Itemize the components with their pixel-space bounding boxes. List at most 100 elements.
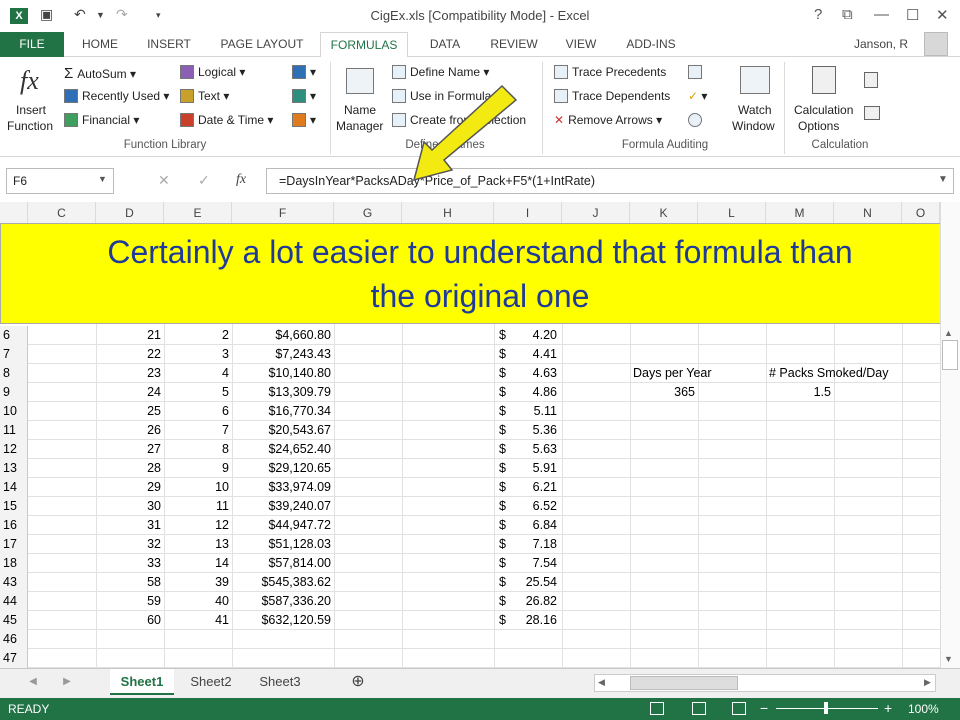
help-button[interactable]: ?: [814, 6, 822, 23]
cell-e[interactable]: 9: [164, 459, 232, 477]
calculate-now-icon[interactable]: [864, 72, 878, 88]
row-header[interactable]: 17: [0, 535, 28, 554]
zoom-in-icon[interactable]: +: [884, 700, 892, 716]
vertical-scrollbar[interactable]: [940, 202, 960, 668]
ribbon-display-button[interactable]: ⧉: [842, 6, 853, 23]
row-header[interactable]: 12: [0, 440, 28, 459]
cancel-icon[interactable]: ✕: [158, 172, 170, 189]
cell-d[interactable]: 32: [96, 535, 164, 553]
calc-options-label-1[interactable]: Calculation: [794, 103, 853, 117]
row-header[interactable]: 6: [0, 326, 28, 345]
cell-f[interactable]: $33,974.09: [232, 478, 334, 496]
cell-d[interactable]: 24: [96, 383, 164, 401]
cell-d[interactable]: 58: [96, 573, 164, 591]
calculator-icon[interactable]: [812, 66, 836, 94]
trace-precedents-button[interactable]: Trace Precedents: [554, 65, 666, 79]
cell-f[interactable]: $7,243.43: [232, 345, 334, 363]
name-box-dropdown-icon[interactable]: ▼: [98, 174, 107, 184]
cell-e[interactable]: 11: [164, 497, 232, 515]
cell-d[interactable]: 28: [96, 459, 164, 477]
tab-file[interactable]: FILE: [0, 32, 64, 57]
select-all-corner[interactable]: [0, 202, 28, 224]
cell-k[interactable]: Days per Year: [630, 364, 766, 382]
column-header-g[interactable]: G: [334, 202, 402, 224]
cell-e[interactable]: 40: [164, 592, 232, 610]
sheet-tab-sheet1[interactable]: Sheet1: [110, 669, 174, 695]
cell-d[interactable]: 59: [96, 592, 164, 610]
close-button[interactable]: ✕: [936, 6, 949, 24]
expand-formula-icon[interactable]: ▼: [938, 174, 948, 185]
column-header-k[interactable]: K: [630, 202, 698, 224]
cell-f[interactable]: $51,128.03: [232, 535, 334, 553]
cell-e[interactable]: 5: [164, 383, 232, 401]
cell-i[interactable]: 5.11: [494, 402, 560, 420]
cell-m[interactable]: # Packs Smoked/Day: [766, 364, 916, 382]
scroll-right-icon[interactable]: ▶: [924, 677, 931, 688]
cell-f[interactable]: $57,814.00: [232, 554, 334, 572]
cell-d[interactable]: 33: [96, 554, 164, 572]
autosum-button[interactable]: Σ AutoSum ▾: [64, 65, 136, 82]
calculate-sheet-icon[interactable]: [864, 106, 880, 120]
cell-i[interactable]: 4.20: [494, 326, 560, 344]
tab-view[interactable]: VIEW: [558, 32, 604, 57]
cell-e[interactable]: 8: [164, 440, 232, 458]
row-header[interactable]: 11: [0, 421, 28, 440]
column-header-d[interactable]: D: [96, 202, 164, 224]
cell-i[interactable]: 5.63: [494, 440, 560, 458]
cell-e[interactable]: 6: [164, 402, 232, 420]
cell-f[interactable]: $545,383.62: [232, 573, 334, 591]
column-header-m[interactable]: M: [766, 202, 834, 224]
sheet-tab-sheet2[interactable]: Sheet2: [178, 669, 244, 695]
cell-d[interactable]: 26: [96, 421, 164, 439]
zoom-out-icon[interactable]: −: [760, 700, 768, 716]
column-header-h[interactable]: H: [402, 202, 494, 224]
cell-i[interactable]: 7.18: [494, 535, 560, 553]
row-header[interactable]: 44: [0, 592, 28, 611]
column-header-c[interactable]: C: [28, 202, 96, 224]
normal-view-icon[interactable]: [650, 702, 664, 715]
name-manager-label-1[interactable]: Name: [344, 103, 376, 117]
minimize-button[interactable]: —: [874, 6, 889, 23]
cell-i[interactable]: 6.84: [494, 516, 560, 534]
column-header-n[interactable]: N: [834, 202, 902, 224]
tab-review[interactable]: REVIEW: [484, 32, 544, 57]
row-header[interactable]: 9: [0, 383, 28, 402]
recently-used-button[interactable]: Recently Used ▾: [64, 89, 169, 103]
cell-m[interactable]: 1.5: [766, 383, 834, 401]
cell-d[interactable]: 30: [96, 497, 164, 515]
lookup-reference-button[interactable]: ▾: [292, 65, 316, 79]
cell-e[interactable]: 14: [164, 554, 232, 572]
name-manager-label-2[interactable]: Manager: [336, 119, 383, 133]
column-header-e[interactable]: E: [164, 202, 232, 224]
date-time-button[interactable]: Date & Time ▾: [180, 113, 273, 127]
row-header[interactable]: 15: [0, 497, 28, 516]
name-manager-icon[interactable]: [346, 68, 374, 94]
cell-i[interactable]: 6.21: [494, 478, 560, 496]
cell-f[interactable]: $4,660.80: [232, 326, 334, 344]
tab-insert[interactable]: INSERT: [138, 32, 200, 57]
watch-window-icon[interactable]: [740, 66, 770, 94]
cell-f[interactable]: $20,543.67: [232, 421, 334, 439]
sheet-nav-prev-icon[interactable]: ◀: [26, 669, 40, 695]
zoom-level[interactable]: 100%: [908, 702, 939, 716]
insert-function-label-1[interactable]: Insert: [16, 103, 46, 117]
cell-i[interactable]: 28.16: [494, 611, 560, 629]
scroll-down-icon[interactable]: ▼: [944, 654, 953, 664]
cell-e[interactable]: 4: [164, 364, 232, 382]
cell-d[interactable]: 27: [96, 440, 164, 458]
cell-d[interactable]: 25: [96, 402, 164, 420]
cell-f[interactable]: $29,120.65: [232, 459, 334, 477]
cell-i[interactable]: 7.54: [494, 554, 560, 572]
cell-f[interactable]: $13,309.79: [232, 383, 334, 401]
define-name-button[interactable]: Define Name ▾: [392, 65, 489, 79]
page-break-view-icon[interactable]: [732, 702, 746, 715]
cell-d[interactable]: 29: [96, 478, 164, 496]
cell-i[interactable]: 5.36: [494, 421, 560, 439]
cell-e[interactable]: 10: [164, 478, 232, 496]
column-header-o[interactable]: O: [902, 202, 940, 224]
watch-window-label-1[interactable]: Watch: [738, 103, 772, 117]
tab-add-ins[interactable]: ADD-INS: [618, 32, 684, 57]
show-formulas-icon[interactable]: [688, 65, 706, 79]
cell-i[interactable]: 4.86: [494, 383, 560, 401]
row-header[interactable]: 45: [0, 611, 28, 630]
